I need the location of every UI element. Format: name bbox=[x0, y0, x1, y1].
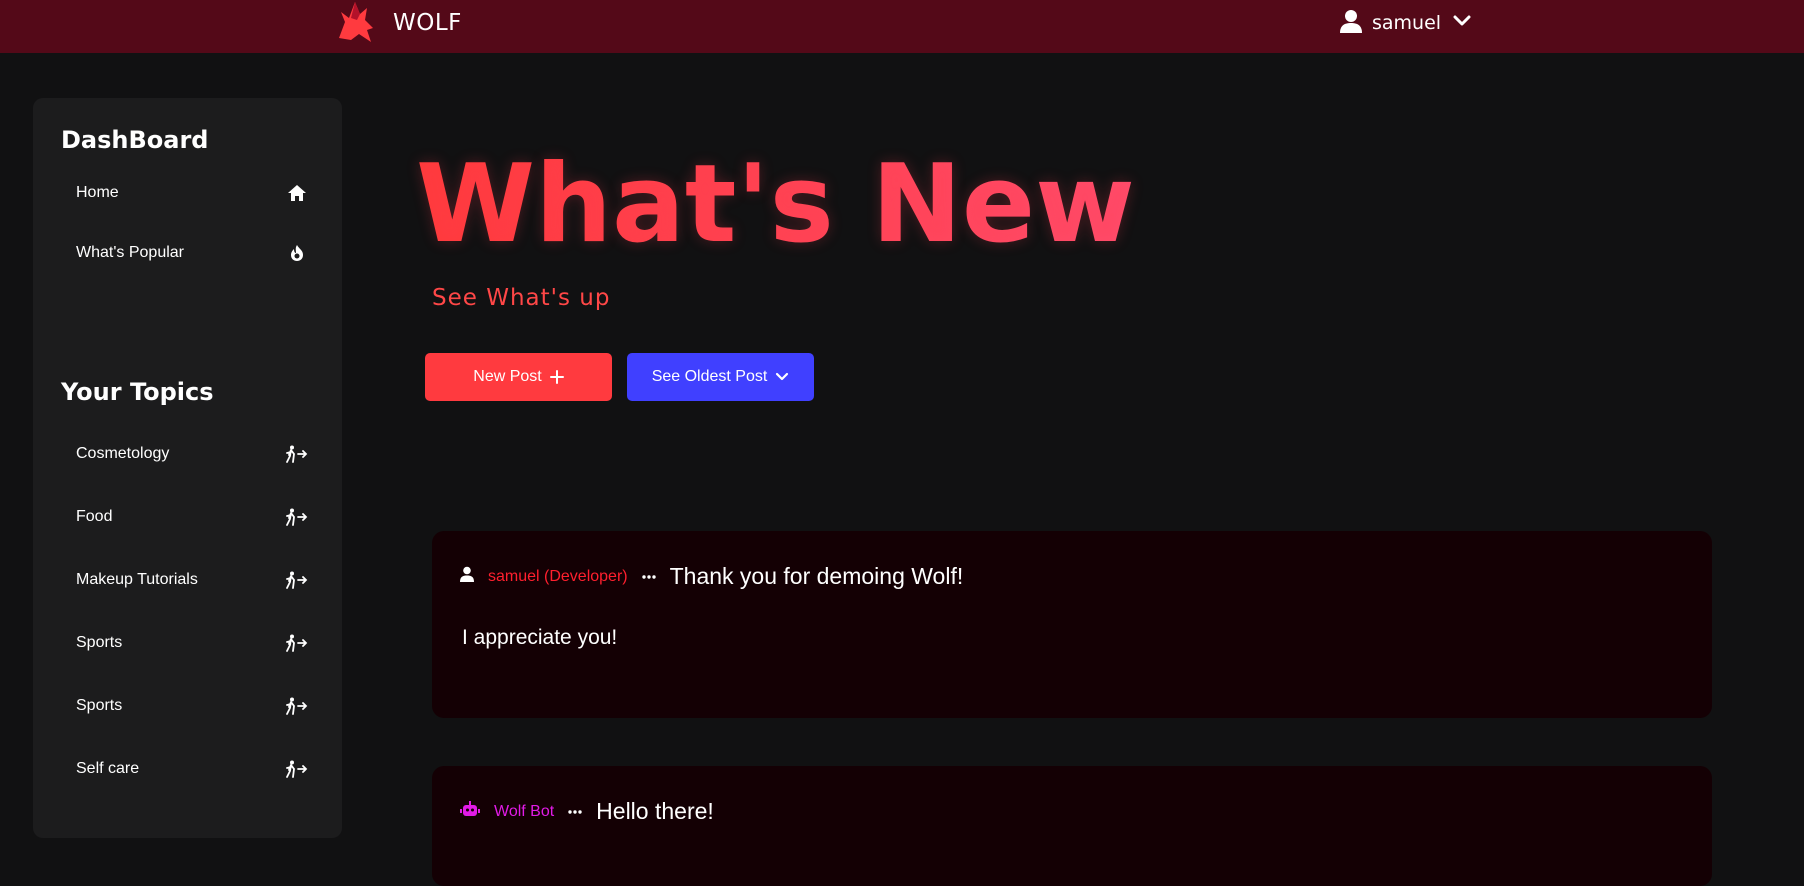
post-title: Thank you for demoing Wolf! bbox=[669, 563, 964, 589]
wolf-logo-icon bbox=[333, 0, 379, 49]
more-options-icon[interactable] bbox=[568, 809, 582, 814]
your-topics-heading: Your Topics bbox=[61, 378, 214, 406]
sidebar-item-home[interactable]: Home bbox=[76, 173, 308, 213]
post-card[interactable]: Wolf Bot Hello there! bbox=[432, 766, 1712, 886]
see-oldest-post-button[interactable]: See Oldest Post bbox=[627, 353, 814, 401]
sidebar-item-label: Home bbox=[76, 184, 119, 201]
user-menu[interactable]: samuel bbox=[1340, 8, 1471, 38]
sidebar-item-label: Makeup Tutorials bbox=[76, 571, 198, 588]
home-icon bbox=[286, 182, 308, 204]
fire-icon bbox=[286, 242, 308, 264]
sidebar-item-label: Sports bbox=[76, 634, 123, 651]
page-title: What's New bbox=[416, 140, 1135, 270]
post-author[interactable]: Wolf Bot bbox=[494, 803, 554, 821]
sidebar-item-label: What's Popular bbox=[76, 244, 184, 261]
new-post-label: New Post bbox=[473, 368, 542, 385]
walk-in-icon bbox=[286, 695, 308, 717]
brand-name: WOLF bbox=[393, 10, 462, 36]
sidebar: DashBoard Home What's Popular Your Topic… bbox=[33, 98, 342, 838]
post-card[interactable]: samuel (Developer) Thank you for demoing… bbox=[432, 531, 1712, 718]
sidebar-item-label: Self care bbox=[76, 760, 140, 777]
sidebar-topic-cosmetology[interactable]: Cosmetology bbox=[76, 434, 308, 474]
more-options-icon[interactable] bbox=[641, 574, 656, 579]
plus-icon bbox=[549, 370, 564, 384]
post-author[interactable]: samuel (Developer) bbox=[488, 568, 628, 586]
sidebar-topic-makeup-tutorials[interactable]: Makeup Tutorials bbox=[76, 560, 308, 600]
sidebar-item-label: Cosmetology bbox=[76, 445, 170, 462]
robot-icon bbox=[460, 801, 480, 822]
brand-logo-link[interactable]: WOLF bbox=[333, 0, 462, 46]
chevron-down-icon[interactable] bbox=[1453, 14, 1471, 33]
walk-in-icon bbox=[286, 443, 308, 465]
sidebar-topic-sports-2[interactable]: Sports bbox=[76, 686, 308, 726]
sidebar-topic-sports[interactable]: Sports bbox=[76, 623, 308, 663]
walk-in-icon bbox=[286, 758, 308, 780]
sidebar-item-label: Food bbox=[76, 508, 113, 525]
username: samuel bbox=[1372, 12, 1442, 34]
see-oldest-post-label: See Oldest Post bbox=[651, 368, 768, 385]
walk-in-icon bbox=[286, 569, 308, 591]
dashboard-heading: DashBoard bbox=[61, 126, 209, 154]
user-icon bbox=[1340, 9, 1362, 38]
walk-in-icon bbox=[286, 506, 308, 528]
sidebar-topic-food[interactable]: Food bbox=[76, 497, 308, 537]
chevron-down-icon bbox=[775, 372, 789, 382]
user-icon bbox=[460, 566, 474, 587]
sidebar-item-label: Sports bbox=[76, 697, 123, 714]
top-navbar: WOLF samuel bbox=[0, 0, 1804, 53]
sidebar-item-whats-popular[interactable]: What's Popular bbox=[76, 233, 308, 273]
page-subtitle: See What's up bbox=[432, 285, 611, 311]
post-header: Wolf Bot Hello there! bbox=[460, 798, 714, 825]
new-post-button[interactable]: New Post bbox=[425, 353, 612, 401]
post-header: samuel (Developer) Thank you for demoing… bbox=[460, 563, 963, 590]
post-body: I appreciate you! bbox=[462, 626, 618, 649]
walk-in-icon bbox=[286, 632, 308, 654]
sidebar-topic-self-care[interactable]: Self care bbox=[76, 749, 308, 789]
post-title: Hello there! bbox=[596, 798, 714, 824]
